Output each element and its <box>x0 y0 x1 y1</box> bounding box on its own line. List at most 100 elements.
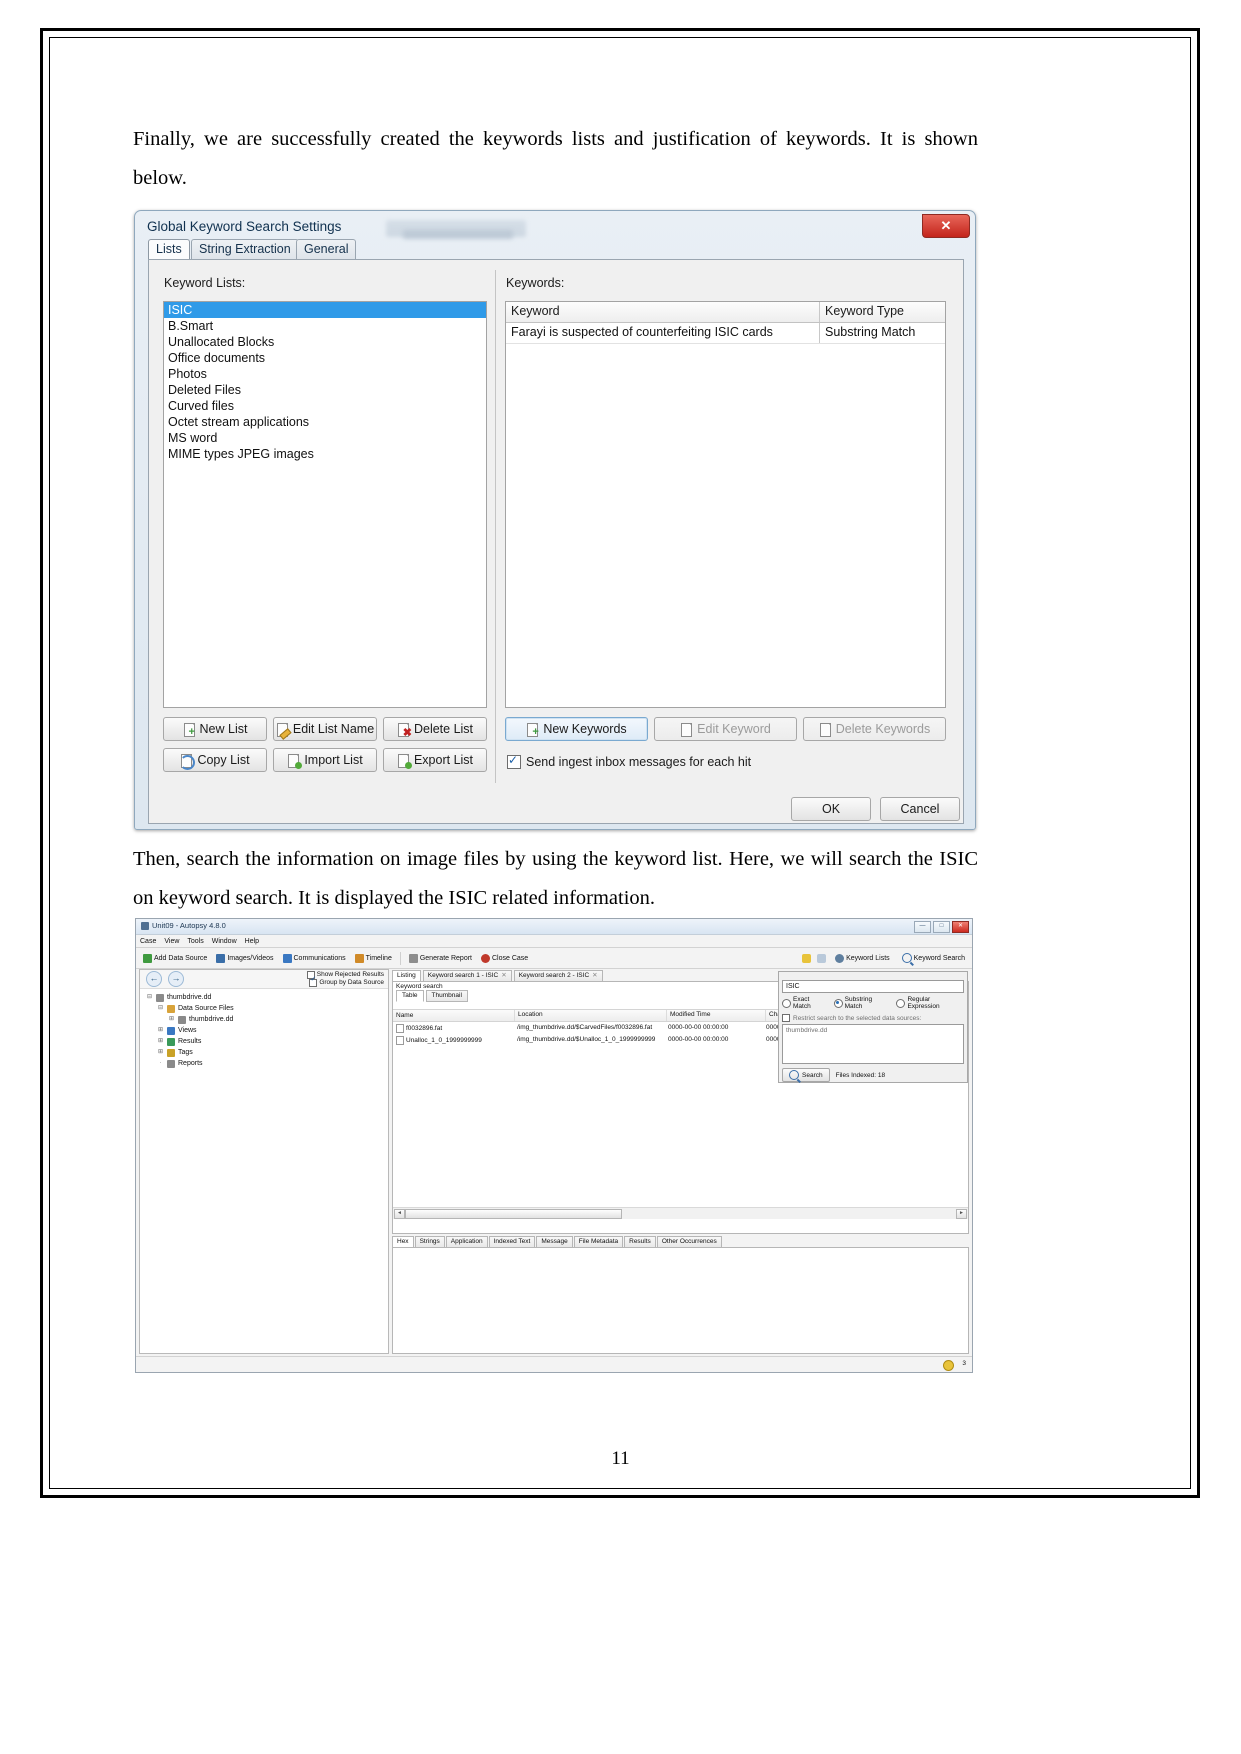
keyword-search-input[interactable] <box>782 980 964 993</box>
delete-list-button[interactable]: ✖ Delete List <box>383 717 487 741</box>
column-header-keyword[interactable]: Keyword <box>506 302 820 322</box>
column-header-modified-time[interactable]: Modified Time <box>667 1010 766 1021</box>
regular-expression-radio[interactable]: Regular Expression <box>896 996 964 1010</box>
close-icon[interactable]: ✕ <box>592 972 597 979</box>
tab-listing[interactable]: Listing <box>392 970 421 981</box>
close-icon[interactable]: ✕ <box>922 214 970 238</box>
substring-match-radio[interactable]: Substring Match <box>833 996 892 1010</box>
tree-node[interactable]: ⊞ Views <box>144 1025 388 1036</box>
tab-general[interactable]: General <box>296 239 357 259</box>
list-item[interactable]: ISIC <box>164 302 486 318</box>
expand-icon[interactable]: · <box>157 1058 164 1069</box>
show-rejected-results-checkbox[interactable]: Show Rejected Results <box>306 971 384 979</box>
exact-match-radio[interactable]: Exact Match <box>782 996 829 1010</box>
edit-list-name-button[interactable]: Edit List Name <box>273 717 377 741</box>
checkbox-icon[interactable] <box>782 1014 790 1022</box>
new-list-button[interactable]: + New List <box>163 717 267 741</box>
radio-icon[interactable] <box>782 998 791 1008</box>
tab-string-extraction[interactable]: String Extraction <box>191 239 299 259</box>
group-by-data-source-checkbox[interactable]: Group by Data Source <box>307 976 384 987</box>
generate-report-button[interactable]: Generate Report <box>406 953 475 964</box>
list-item[interactable]: B.Smart <box>164 318 486 334</box>
restrict-search-checkbox[interactable]: Restrict search to the selected data sou… <box>782 1014 964 1022</box>
tree-node[interactable]: ⊞ Results <box>144 1036 388 1047</box>
communications-button[interactable]: Communications <box>280 953 349 964</box>
edit-keyword-button[interactable]: Edit Keyword <box>654 717 797 741</box>
tree-node[interactable]: ⊞ thumbdrive.dd <box>144 1014 388 1025</box>
tab-results[interactable]: Results <box>624 1236 656 1247</box>
warning-icon[interactable] <box>943 1360 954 1371</box>
tab-other-occurrences[interactable]: Other Occurrences <box>656 1236 722 1247</box>
tab-indexed-text[interactable]: Indexed Text <box>488 1236 536 1247</box>
menu-help[interactable]: Help <box>245 938 259 945</box>
tab-lists[interactable]: Lists <box>148 239 190 259</box>
tree-node[interactable]: ⊟ thumbdrive.dd <box>144 992 388 1003</box>
list-item[interactable]: Deleted Files <box>164 382 486 398</box>
scroll-right-arrow-icon[interactable]: ► <box>956 1209 967 1219</box>
tab-file-metadata[interactable]: File Metadata <box>573 1236 624 1247</box>
keywords-table[interactable]: Keyword Keyword Type Farayi is suspected… <box>505 301 946 708</box>
cancel-button[interactable]: Cancel <box>880 797 960 821</box>
menu-tools[interactable]: Tools <box>187 938 203 945</box>
keyword-lists-listbox[interactable]: ISIC B.Smart Unallocated Blocks Office d… <box>163 301 487 708</box>
tree-node[interactable]: ⊞ Tags <box>144 1047 388 1058</box>
scrollbar-thumb[interactable] <box>405 1209 622 1219</box>
tab-thumbnail[interactable]: Thumbnail <box>425 990 468 1002</box>
tree-node[interactable]: · Reports <box>144 1058 388 1069</box>
timeline-button[interactable]: Timeline <box>352 953 395 964</box>
import-list-button[interactable]: Import List <box>273 748 377 772</box>
column-header-name[interactable]: Name <box>393 1010 515 1021</box>
radio-icon[interactable] <box>896 998 906 1008</box>
tab-keyword-search-2[interactable]: Keyword search 2 - ISIC ✕ <box>513 970 603 981</box>
expand-icon[interactable]: ⊟ <box>146 992 153 1003</box>
tab-table[interactable]: Table <box>396 990 424 1002</box>
list-item[interactable]: Office documents <box>164 350 486 366</box>
maximize-icon[interactable]: □ <box>933 921 950 933</box>
new-keywords-button[interactable]: + New Keywords <box>505 717 648 741</box>
expand-icon[interactable]: ⊞ <box>157 1025 164 1036</box>
checkbox-icon[interactable] <box>507 753 521 769</box>
warning-icon[interactable] <box>802 953 812 963</box>
list-item[interactable]: Photos <box>164 366 486 382</box>
expand-icon[interactable]: ⊞ <box>157 1036 164 1047</box>
menu-case[interactable]: Case <box>140 938 156 945</box>
minimize-icon[interactable]: — <box>914 921 931 933</box>
expand-icon[interactable]: ⊞ <box>157 1047 164 1058</box>
tab-application[interactable]: Application <box>445 1236 488 1247</box>
tab-message[interactable]: Message <box>536 1236 573 1247</box>
list-item[interactable]: MIME types JPEG images <box>164 446 486 462</box>
list-item[interactable]: MS word <box>164 430 486 446</box>
tree-node[interactable]: ⊟ Data Source Files <box>144 1003 388 1014</box>
list-item[interactable]: Curved files <box>164 398 486 414</box>
column-header-location[interactable]: Location <box>515 1010 667 1021</box>
images-videos-button[interactable]: Images/Videos <box>213 953 276 964</box>
keyword-lists-button[interactable]: Keyword Lists <box>832 953 893 964</box>
add-data-source-button[interactable]: Add Data Source <box>140 953 210 964</box>
export-list-button[interactable]: Export List <box>383 748 487 772</box>
table-row[interactable]: Farayi is suspected of counterfeiting IS… <box>506 323 945 344</box>
checkbox-icon[interactable] <box>309 976 318 987</box>
tab-strings[interactable]: Strings <box>414 1236 445 1247</box>
search-button[interactable]: Search <box>782 1068 830 1082</box>
tab-hex[interactable]: Hex <box>392 1236 414 1247</box>
menu-window[interactable]: Window <box>212 938 237 945</box>
send-ingest-messages-checkbox[interactable]: Send ingest inbox messages for each hit <box>507 753 751 769</box>
ingest-status-icon[interactable] <box>817 953 827 963</box>
ok-button[interactable]: OK <box>791 797 871 821</box>
forward-arrow-icon[interactable]: → <box>168 971 184 987</box>
expand-icon[interactable]: ⊟ <box>157 1003 164 1014</box>
radio-icon[interactable] <box>833 998 843 1008</box>
delete-keywords-button[interactable]: Delete Keywords <box>803 717 946 741</box>
scroll-left-arrow-icon[interactable]: ◄ <box>394 1209 405 1219</box>
list-item[interactable]: Octet stream applications <box>164 414 486 430</box>
close-icon[interactable]: ✕ <box>952 921 969 933</box>
data-source-listbox[interactable]: thumbdrive.dd <box>782 1024 964 1064</box>
back-arrow-icon[interactable]: ← <box>146 971 162 987</box>
results-horizontal-scrollbar[interactable]: ◄ ► <box>393 1207 968 1219</box>
keyword-search-button[interactable]: Keyword Search <box>899 952 968 964</box>
expand-icon[interactable]: ⊞ <box>168 1014 175 1025</box>
menu-view[interactable]: View <box>164 938 179 945</box>
list-item[interactable]: Unallocated Blocks <box>164 334 486 350</box>
close-icon[interactable]: ✕ <box>501 972 506 979</box>
tab-keyword-search-1[interactable]: Keyword search 1 - ISIC ✕ <box>422 970 512 981</box>
